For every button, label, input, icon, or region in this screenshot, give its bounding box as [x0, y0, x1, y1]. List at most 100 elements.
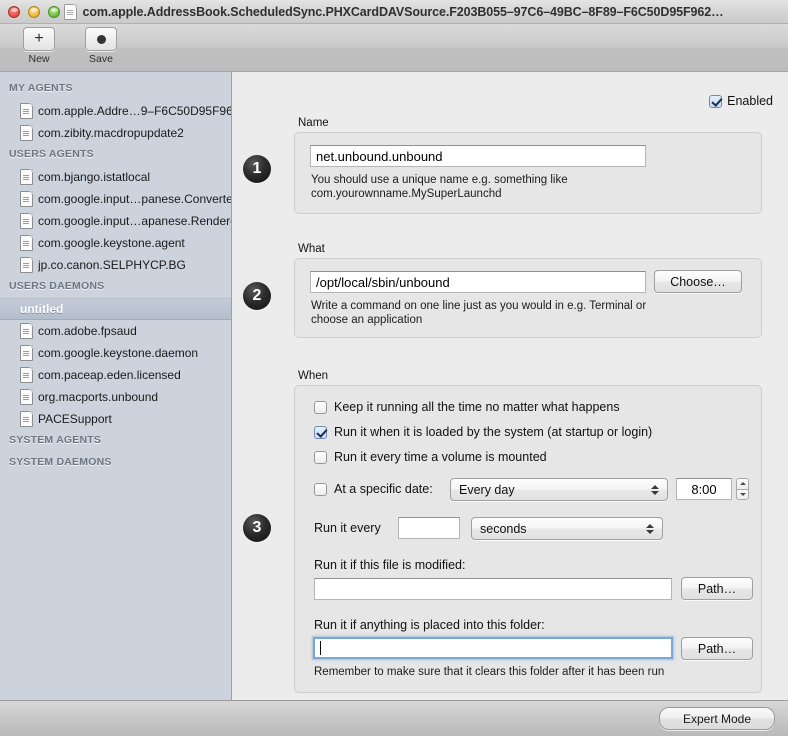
title-container: com.apple.AddressBook.ScheduledSync.PHXC… [0, 0, 788, 23]
main-content: Enabled 1 Name net.unbound.unbound You s… [232, 72, 788, 700]
step-badge-2: 2 [243, 282, 271, 310]
file-icon [20, 257, 33, 273]
run-every-input[interactable] [398, 517, 460, 539]
run-on-mount-checkbox[interactable] [314, 450, 327, 464]
sidebar-item-label: jp.co.canon.SELPHYCP.BG [38, 258, 186, 272]
run-every-label: Run it every [314, 521, 381, 535]
interval-unit-select[interactable]: seconds [471, 517, 663, 540]
chevron-updown-icon [651, 484, 659, 495]
time-stepper[interactable] [736, 478, 749, 500]
sidebar-item-com-paceap-eden-licensed[interactable]: com.paceap.eden.licensed [0, 364, 231, 386]
name-input-value: net.unbound.unbound [316, 148, 443, 164]
file-icon [20, 213, 33, 229]
sidebar-item-untitled[interactable]: untitled [0, 298, 231, 320]
name-help-text: You should use a unique name e.g. someth… [311, 174, 568, 200]
new-button-label: New [28, 53, 50, 65]
zoom-button[interactable] [48, 5, 60, 18]
sidebar-item-pacesupport[interactable]: PACESupport [0, 408, 231, 430]
minimize-button[interactable] [28, 5, 40, 18]
specific-date-row[interactable]: At a specific date: [314, 482, 433, 496]
time-input-value: 8:00 [691, 481, 717, 497]
sidebar-item-com-bjango-istatlocal[interactable]: com.bjango.istatlocal [0, 166, 231, 188]
sidebar-item-org-macports-unbound[interactable]: org.macports.unbound [0, 386, 231, 408]
what-group: /opt/local/sbin/unbound Choose… Write a … [294, 258, 762, 338]
date-frequency-select[interactable]: Every day [450, 478, 668, 501]
time-input[interactable]: 8:00 [676, 478, 732, 500]
sidebar-item-com-google-keystone-agent[interactable]: com.google.keystone.agent [0, 232, 231, 254]
sidebar-item-label: com.zibity.macdropupdate2 [38, 126, 184, 140]
window-title: com.apple.AddressBook.ScheduledSync.PHXC… [82, 4, 724, 19]
bottom-bar: Expert Mode [0, 700, 788, 736]
file-icon [20, 235, 33, 251]
enabled-checkbox[interactable] [709, 94, 723, 108]
sidebar-item-label: PACESupport [38, 412, 112, 426]
save-button[interactable]: Save [70, 27, 132, 65]
sidebar-item-label: com.paceap.eden.licensed [38, 368, 181, 382]
file-modified-input[interactable] [314, 578, 672, 600]
sidebar[interactable]: MY AGENTS com.apple.Addre…9–F6C50D95F962… [0, 72, 232, 700]
file-icon [20, 169, 33, 185]
sidebar-item-label: com.google.keystone.agent [38, 236, 185, 250]
choose-button[interactable]: Choose… [654, 270, 742, 293]
sidebar-section-header: USERS DAEMONS [9, 280, 105, 292]
file-icon [20, 191, 33, 207]
plus-icon: + [34, 30, 44, 47]
folder-drop-label: Run it if anything is placed into this f… [314, 618, 545, 632]
name-group: net.unbound.unbound You should use a uni… [294, 132, 762, 214]
file-icon [20, 411, 33, 427]
file-icon [20, 345, 33, 361]
sidebar-item-com-zibity-macdropupdate2[interactable]: com.zibity.macdropupdate2 [0, 122, 231, 144]
file-modified-path-button[interactable]: Path… [681, 577, 753, 600]
keep-running-label: Keep it running all the time no matter w… [334, 400, 620, 414]
file-icon [20, 125, 33, 141]
expert-mode-button[interactable]: Expert Mode [659, 707, 775, 730]
text-caret [320, 641, 321, 655]
file-icon [20, 103, 33, 119]
new-button[interactable]: + New [8, 27, 70, 65]
sidebar-item-jp-co-canon-selphycp[interactable]: jp.co.canon.SELPHYCP.BG [0, 254, 231, 276]
run-at-load-checkbox[interactable] [314, 425, 327, 439]
sidebar-item-label: org.macports.unbound [38, 390, 159, 404]
stepper-down-button[interactable] [736, 488, 749, 500]
run-at-load-label: Run it when it is loaded by the system (… [334, 425, 653, 439]
what-input[interactable]: /opt/local/sbin/unbound [310, 271, 646, 293]
folder-drop-help-text: Remember to make sure that it clears thi… [314, 666, 665, 678]
title-bar: com.apple.AddressBook.ScheduledSync.PHXC… [0, 0, 788, 24]
folder-drop-input[interactable] [313, 637, 673, 659]
name-group-title: Name [298, 117, 329, 129]
sidebar-item-com-apple-addressbook[interactable]: com.apple.Addre…9–F6C50D95F962 [0, 100, 231, 122]
sidebar-item-com-adobe-fpsaud[interactable]: com.adobe.fpsaud [0, 320, 231, 342]
sidebar-section-header: SYSTEM DAEMONS [9, 456, 112, 468]
sidebar-item-com-google-input-converter[interactable]: com.google.input…panese.Converter [0, 188, 231, 210]
keep-running-row[interactable]: Keep it running all the time no matter w… [314, 400, 620, 414]
step-badge-1: 1 [243, 155, 271, 183]
sidebar-item-label: com.bjango.istatlocal [38, 170, 151, 184]
what-input-value: /opt/local/sbin/unbound [316, 274, 450, 290]
name-input[interactable]: net.unbound.unbound [310, 145, 646, 167]
stepper-up-button[interactable] [736, 478, 749, 489]
run-on-mount-label: Run it every time a volume is mounted [334, 450, 547, 464]
sidebar-item-label: com.google.keystone.daemon [38, 346, 199, 360]
specific-date-label: At a specific date: [334, 482, 433, 496]
chevron-updown-icon [646, 523, 654, 534]
keep-running-checkbox[interactable] [314, 400, 327, 414]
sidebar-item-label: com.adobe.fpsaud [38, 324, 137, 338]
run-at-load-row[interactable]: Run it when it is loaded by the system (… [314, 425, 652, 439]
document-icon [64, 3, 78, 20]
what-help-text: Write a command on one line just as you … [311, 300, 647, 326]
file-modified-label: Run it if this file is modified: [314, 558, 466, 572]
specific-date-checkbox[interactable] [314, 482, 327, 496]
toolbar: + New Save [0, 24, 788, 72]
sidebar-item-label: untitled [20, 302, 64, 316]
sidebar-item-com-google-input-renderer[interactable]: com.google.input…apanese.Renderer [0, 210, 231, 232]
close-button[interactable] [8, 5, 20, 18]
sidebar-section-header: USERS AGENTS [9, 148, 94, 160]
folder-drop-path-button[interactable]: Path… [681, 637, 753, 660]
enabled-checkbox-row[interactable]: Enabled [709, 94, 773, 108]
sidebar-item-com-google-keystone-daemon[interactable]: com.google.keystone.daemon [0, 342, 231, 364]
step-badge-3: 3 [243, 514, 271, 542]
file-icon [20, 367, 33, 383]
application-window: com.apple.AddressBook.ScheduledSync.PHXC… [0, 0, 788, 736]
run-on-mount-row[interactable]: Run it every time a volume is mounted [314, 450, 547, 464]
file-icon [20, 389, 33, 405]
